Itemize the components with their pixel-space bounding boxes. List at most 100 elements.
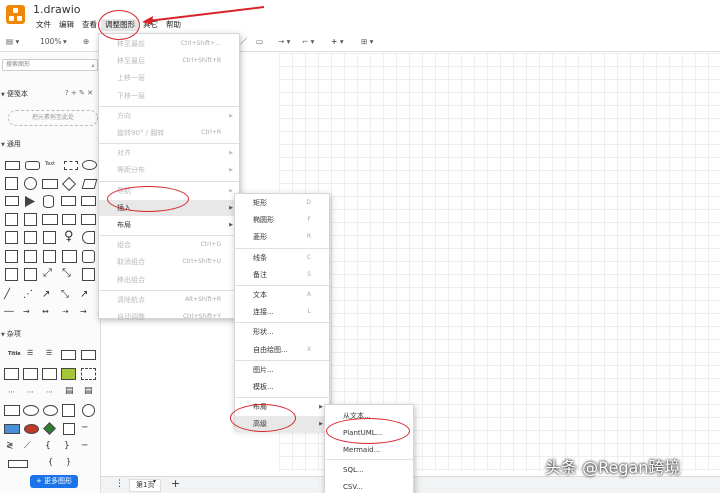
- insert-menu-item[interactable]: 模板...: [235, 379, 329, 395]
- shadow-icon[interactable]: ▭: [256, 35, 263, 48]
- shape-table2[interactable]: [81, 350, 96, 360]
- advanced-menu-item[interactable]: CSV...: [325, 479, 413, 493]
- scratchpad-icons[interactable]: ? + ✎ ✕: [65, 89, 93, 97]
- shape-arrow[interactable]: ↗: [42, 289, 50, 300]
- shape-grid2[interactable]: [23, 368, 38, 380]
- shape-rect3[interactable]: [4, 405, 20, 416]
- more-shapes-button[interactable]: + 更多图形: [30, 475, 78, 488]
- shape-dashed-line[interactable]: ⋰: [23, 289, 33, 300]
- shape-brace[interactable]: {: [45, 441, 51, 451]
- shape-misc7[interactable]: {: [48, 457, 53, 466]
- shape-document[interactable]: [5, 231, 18, 244]
- shape-circle[interactable]: [24, 177, 37, 190]
- shape-title[interactable]: Title: [8, 351, 21, 357]
- insert-menu-item[interactable]: 连接... L: [235, 304, 329, 320]
- shape-misc8[interactable]: }: [66, 457, 71, 466]
- shape-square2[interactable]: [43, 250, 56, 263]
- shape-misc6[interactable]: [8, 460, 28, 468]
- arrange-menu-item[interactable]: 布局 ▶: [99, 217, 239, 233]
- insert-menu-item[interactable]: 备注 S: [235, 267, 329, 283]
- insert-menu-item[interactable]: 椭圆形 F: [235, 212, 329, 228]
- shape-ellipse2[interactable]: [23, 405, 39, 416]
- shape-callout[interactable]: [24, 250, 37, 263]
- shape-line-h3[interactable]: ↔: [42, 307, 49, 316]
- shape-line[interactable]: ╱: [4, 289, 10, 300]
- shape-text[interactable]: Text: [45, 161, 55, 167]
- shape-green-diamond[interactable]: [43, 422, 56, 435]
- pages-menu-icon[interactable]: ⋮: [115, 479, 124, 489]
- page-tab-chevron-icon[interactable]: ▾: [153, 478, 156, 485]
- shape-arrow-diagonal2[interactable]: ⤡: [62, 266, 71, 280]
- page-tab[interactable]: 第1页: [129, 479, 162, 492]
- shape-blue-rect[interactable]: [4, 424, 20, 434]
- search-icon[interactable]: ⌕: [91, 61, 95, 71]
- shape-trapezoid[interactable]: [62, 214, 76, 225]
- shape-curve2[interactable]: ⟋: [24, 441, 30, 451]
- shape-rounded-rect[interactable]: [25, 161, 40, 170]
- insert-menu-item[interactable]: 自由绘图... X: [235, 342, 329, 358]
- insert-menu-item[interactable]: 文本 A: [235, 287, 329, 303]
- shape-table[interactable]: [61, 350, 76, 360]
- shape-manual-input[interactable]: [5, 250, 18, 263]
- shape-square[interactable]: [5, 177, 18, 190]
- shape-grid-green[interactable]: [61, 368, 76, 380]
- advanced-menu-item[interactable]: SQL...: [325, 462, 413, 478]
- shape-tape[interactable]: [81, 214, 96, 225]
- insert-menu-item[interactable]: 线条 C: [235, 250, 329, 266]
- scratchpad-header[interactable]: ▼ 便笺本 ? + ✎ ✕: [1, 89, 101, 99]
- shape-textbox[interactable]: [64, 161, 78, 170]
- table-icon[interactable]: ⊞ ▾: [361, 35, 373, 48]
- shape-grid3[interactable]: [42, 368, 57, 380]
- shape-card[interactable]: [81, 196, 96, 206]
- shape-grid[interactable]: [4, 368, 19, 380]
- file-title[interactable]: 1.drawio: [33, 3, 81, 16]
- shape-grid4[interactable]: [81, 368, 96, 380]
- zoom-in-icon[interactable]: ⊕: [83, 35, 89, 48]
- menu-edit[interactable]: 编辑: [55, 19, 78, 31]
- panel-toggle-icon[interactable]: ▤ ▾: [6, 35, 19, 48]
- zoom-select[interactable]: 100%: [40, 35, 61, 48]
- shape-rounded-square[interactable]: [82, 250, 95, 263]
- shape-internal-storage[interactable]: [5, 213, 18, 226]
- shape-line-h4[interactable]: ⇢: [62, 307, 69, 316]
- shape-link[interactable]: [82, 268, 95, 281]
- shape-arrow-diagonal[interactable]: ⤢: [43, 266, 52, 280]
- shape-list[interactable]: ☰: [27, 349, 33, 357]
- advanced-menu-item[interactable]: Mermaid...: [325, 442, 413, 458]
- add-page-icon[interactable]: +: [171, 477, 180, 490]
- line-color-icon[interactable]: ／: [240, 35, 248, 48]
- shape-connector[interactable]: ↗: [80, 289, 88, 300]
- shape-circle2[interactable]: [82, 404, 95, 417]
- shape-step[interactable]: [42, 214, 58, 225]
- shape-process[interactable]: [42, 179, 58, 189]
- shape-misc2[interactable]: ⋯: [27, 388, 34, 396]
- shape-brace2[interactable]: }: [64, 441, 70, 451]
- shape-parallelogram[interactable]: [81, 179, 98, 189]
- misc-header[interactable]: ▼ 杂项: [1, 329, 101, 339]
- menu-file[interactable]: 文件: [32, 19, 55, 31]
- shape-cube2[interactable]: [63, 423, 75, 435]
- shape-rect2[interactable]: [62, 250, 77, 263]
- shape-line-h2[interactable]: →: [23, 307, 30, 316]
- shape-ellipse[interactable]: [82, 160, 97, 170]
- shape-line2[interactable]: ─: [82, 423, 87, 433]
- shape-misc5[interactable]: ▤: [84, 386, 93, 396]
- shape-square3[interactable]: [62, 404, 75, 417]
- shape-bidirectional[interactable]: ⤡: [61, 289, 69, 300]
- shape-curve[interactable]: ≷: [6, 441, 14, 451]
- shape-container[interactable]: [5, 268, 18, 281]
- insert-menu-item[interactable]: 菱形 R: [235, 229, 329, 245]
- shape-triangle[interactable]: [25, 196, 35, 207]
- shape-cube[interactable]: [24, 213, 37, 226]
- insert-menu-item[interactable]: 形状...: [235, 324, 329, 340]
- waypoints-icon[interactable]: ⌐ ▾: [302, 35, 314, 48]
- shape-cylinder[interactable]: [43, 195, 54, 208]
- shape-line-h5[interactable]: →: [80, 307, 87, 316]
- shape-line3[interactable]: ─: [82, 441, 87, 451]
- shape-misc1[interactable]: ⋯: [8, 388, 15, 396]
- shape-container2[interactable]: [24, 268, 37, 281]
- shape-diamond[interactable]: [61, 176, 77, 192]
- general-header[interactable]: ▼ 通用: [1, 139, 101, 149]
- actor-icon[interactable]: ♀: [64, 229, 74, 244]
- shape-ellipse3[interactable]: [43, 405, 58, 416]
